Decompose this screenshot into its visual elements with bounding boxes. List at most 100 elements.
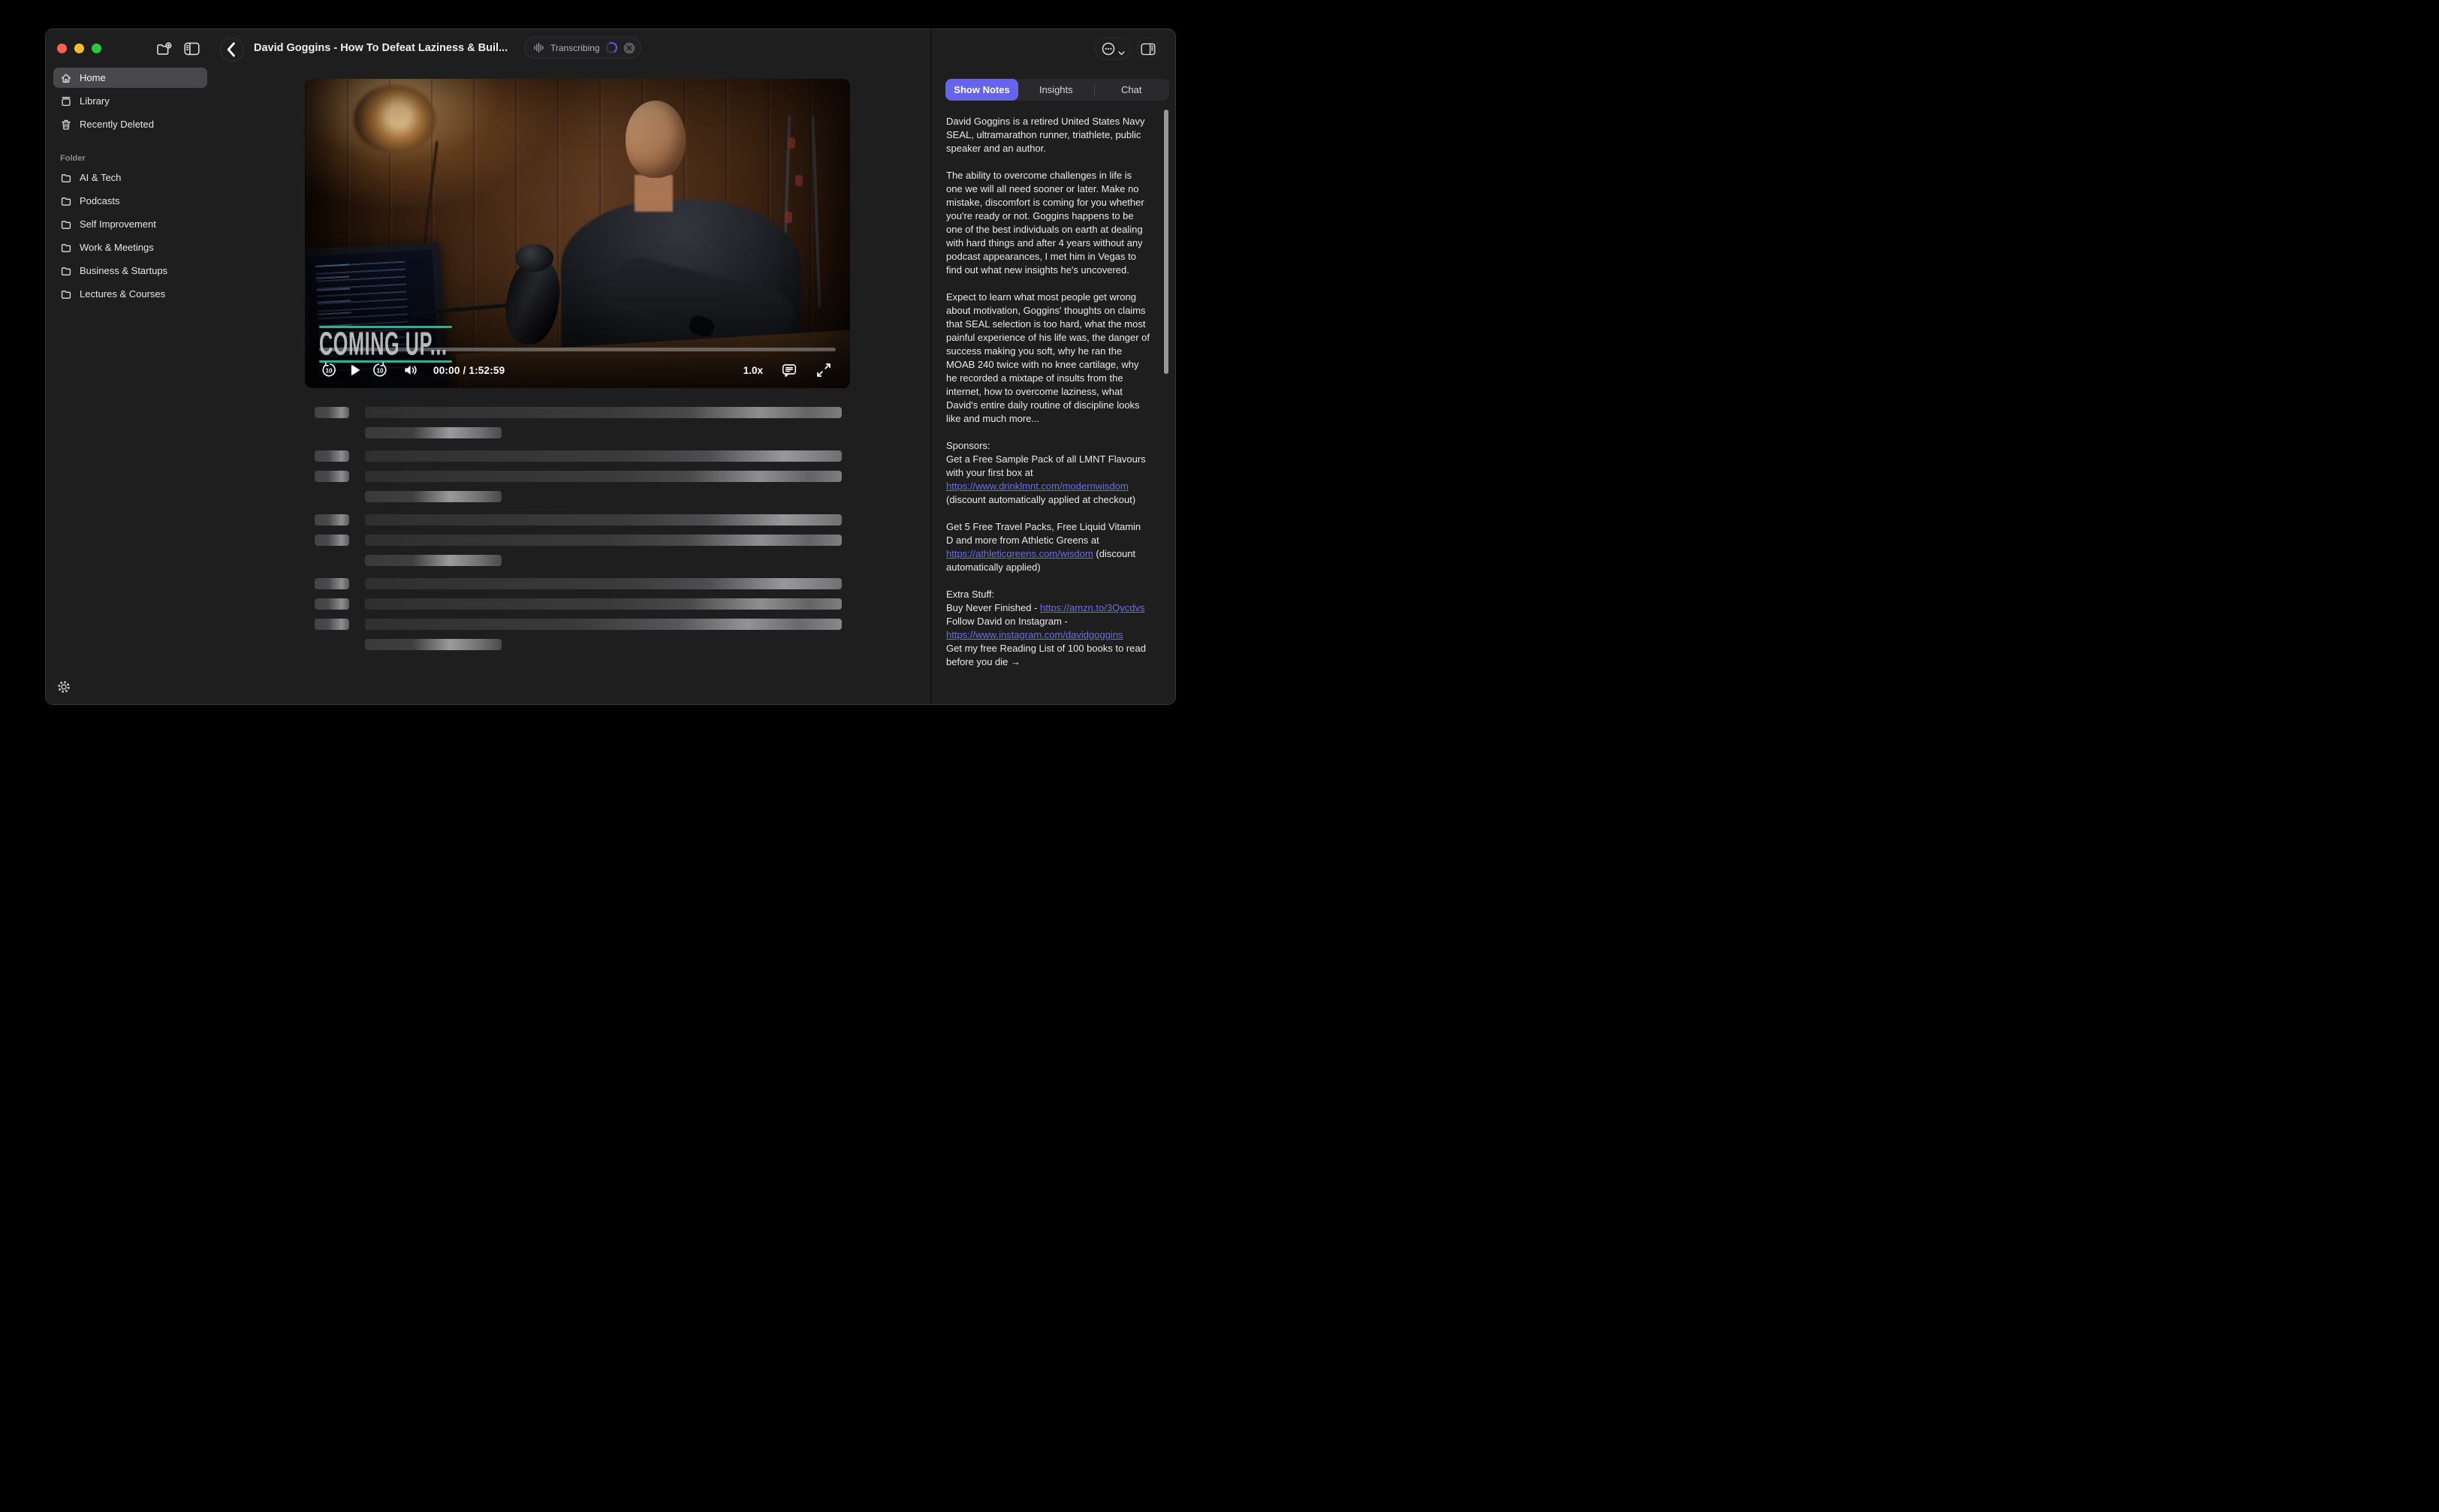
folder-label: Lectures & Courses <box>80 288 165 300</box>
progress-spinner <box>604 41 619 55</box>
text-placeholder <box>365 514 842 526</box>
timestamp-placeholder <box>315 619 349 630</box>
right-panel: Show NotesInsightsChat David Goggins is … <box>930 29 1175 704</box>
timestamp-placeholder <box>315 598 349 610</box>
transcript-skeleton-row <box>215 514 932 526</box>
close-window-button[interactable] <box>57 44 67 53</box>
svg-text:10: 10 <box>376 368 384 375</box>
sidebar-item-label: Recently Deleted <box>80 119 154 130</box>
comment-icon[interactable] <box>781 362 797 378</box>
timestamp-placeholder <box>315 450 349 462</box>
sidebar-item-home[interactable]: Home <box>53 68 207 88</box>
rewind-10-icon[interactable]: 10 <box>321 362 337 378</box>
video-frame[interactable]: COMING UP... 10 <box>305 79 850 388</box>
toggle-right-panel-button[interactable] <box>1137 38 1159 60</box>
external-link[interactable]: https://www.instagram.com/davidgoggins <box>946 629 1123 640</box>
folder-icon <box>60 288 72 300</box>
back-button[interactable] <box>220 38 244 62</box>
notes-text: Sponsors: Get a Free Sample Pack of all … <box>946 440 1148 478</box>
folder-icon <box>60 172 72 184</box>
folder-label: Business & Startups <box>80 265 167 276</box>
text-placeholder <box>365 471 842 482</box>
transcript-skeleton-row <box>215 450 932 462</box>
settings-gear-icon[interactable] <box>56 679 71 694</box>
external-link[interactable]: https://athleticgreens.com/wisdom <box>946 548 1093 559</box>
text-placeholder <box>365 450 842 462</box>
player-controls: 10 10 <box>321 361 832 379</box>
main-content: David Goggins - How To Defeat Laziness &… <box>215 29 932 704</box>
tab-chat[interactable]: Chat <box>1094 79 1170 101</box>
toggle-left-sidebar-icon[interactable] <box>184 42 200 56</box>
close-x-icon[interactable] <box>623 42 635 54</box>
tab-insights[interactable]: Insights <box>1018 79 1094 101</box>
play-icon[interactable] <box>346 362 363 378</box>
transcript-skeleton-row <box>215 471 932 482</box>
transcript-skeleton-row <box>215 491 932 502</box>
sidebar-folder-work-meetings[interactable]: Work & Meetings <box>53 237 207 258</box>
chevron-down-icon <box>1118 47 1125 52</box>
folder-label: AI & Tech <box>80 172 121 183</box>
tab-show-notes[interactable]: Show Notes <box>945 79 1018 101</box>
forward-10-icon[interactable]: 10 <box>372 362 388 378</box>
volume-icon[interactable] <box>402 362 419 378</box>
external-link[interactable]: https://www.drinklmnt.com/modernwisdom <box>946 480 1129 492</box>
transcript-skeleton-row <box>215 535 932 546</box>
transcript-skeleton-row <box>215 639 932 650</box>
show-notes-paragraph: The ability to overcome challenges in li… <box>946 169 1150 277</box>
external-link[interactable]: https://amzn.to/3Qvcdvs <box>1040 602 1144 613</box>
show-notes-paragraph: David Goggins is a retired United States… <box>946 115 1150 155</box>
app-window: HomeLibraryRecently Deleted Folder AI & … <box>45 29 1176 705</box>
timestamp-placeholder <box>315 407 349 418</box>
transcribing-label: Transcribing <box>550 43 600 53</box>
ellipsis-menu-icon <box>1101 41 1116 56</box>
seek-bar[interactable] <box>319 348 836 351</box>
text-placeholder <box>365 555 502 566</box>
zoom-window-button[interactable] <box>92 44 101 53</box>
sidebar-folder-ai-tech[interactable]: AI & Tech <box>53 167 207 188</box>
transcript-skeleton-row <box>215 427 932 438</box>
trash-icon <box>60 119 72 131</box>
window-controls <box>57 44 101 53</box>
show-notes-paragraph: Sponsors: Get a Free Sample Pack of all … <box>946 439 1150 507</box>
svg-text:10: 10 <box>325 368 333 375</box>
toggle-right-panel-icon <box>1141 43 1156 56</box>
fullscreen-icon[interactable] <box>816 362 832 378</box>
sidebar-folder-list: AI & Tech Podcasts Self Improvement Work & … <box>46 167 215 304</box>
more-options-button[interactable] <box>1095 38 1131 60</box>
minimize-window-button[interactable] <box>74 44 84 53</box>
sidebar-folder-self-improvement[interactable]: Self Improvement <box>53 214 207 234</box>
text-placeholder <box>365 619 842 630</box>
folder-icon <box>60 218 72 230</box>
panel-tab-bar: Show NotesInsightsChat <box>945 79 1169 101</box>
sidebar-item-recently-deleted[interactable]: Recently Deleted <box>53 114 207 134</box>
sidebar-folder-lectures-courses[interactable]: Lectures & Courses <box>53 284 207 304</box>
playback-speed-button[interactable]: 1.0x <box>743 365 763 376</box>
text-placeholder <box>365 598 842 610</box>
sidebar-item-label: Home <box>80 72 106 83</box>
transcript-skeleton-row <box>215 407 932 418</box>
episode-title: David Goggins - How To Defeat Laziness &… <box>254 42 508 54</box>
time-display: 00:00 / 1:52:59 <box>433 365 505 376</box>
video-caption: COMING UP... <box>319 330 448 357</box>
folder-label: Self Improvement <box>80 218 156 230</box>
show-notes-paragraph: Expect to learn what most people get wro… <box>946 291 1150 426</box>
timestamp-placeholder <box>315 471 349 482</box>
new-folder-icon[interactable] <box>156 42 172 56</box>
sidebar-item-library[interactable]: Library <box>53 91 207 111</box>
notes-text: Extra Stuff: Buy Never Finished - <box>946 589 1040 613</box>
folder-icon <box>60 242 72 254</box>
folder-icon <box>60 265 72 277</box>
text-placeholder <box>365 578 842 589</box>
timestamp-placeholder <box>315 514 349 526</box>
sidebar-folder-podcasts[interactable]: Podcasts <box>53 191 207 211</box>
sidebar-folder-business-startups[interactable]: Business & Startups <box>53 261 207 281</box>
panel-scrollbar[interactable] <box>1164 110 1168 374</box>
show-notes-content: David Goggins is a retired United States… <box>946 115 1150 682</box>
home-icon <box>60 72 72 84</box>
sidebar: HomeLibraryRecently Deleted Folder AI & … <box>46 29 215 704</box>
transcript-skeleton-row <box>215 619 932 630</box>
folder-label: Podcasts <box>80 195 119 206</box>
sidebar-nav: Home Library Recently Deleted <box>46 68 215 134</box>
transcript-skeleton-row <box>215 598 932 610</box>
text-placeholder <box>365 639 502 650</box>
